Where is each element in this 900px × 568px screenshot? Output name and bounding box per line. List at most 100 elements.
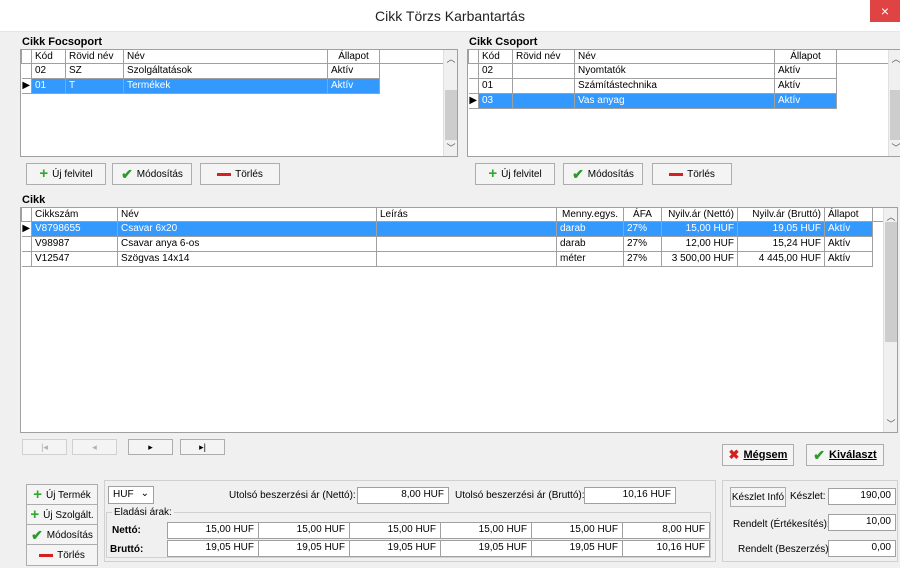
focsoport-new-button[interactable]: + Új felvitel xyxy=(26,163,106,185)
cell-allapot: Aktív xyxy=(327,78,380,94)
table-row[interactable]: 02 SZ Szolgáltatások Aktív xyxy=(21,63,446,79)
cell-leiras xyxy=(376,236,557,252)
table-row[interactable]: 02 Nyomtatók Aktív xyxy=(468,63,891,79)
cell-leiras xyxy=(376,221,557,237)
scroll-down-icon[interactable]: ﹀ xyxy=(884,417,897,430)
scroll-down-icon[interactable]: ﹀ xyxy=(444,141,457,154)
cell-egys: méter xyxy=(556,251,624,267)
currency-select[interactable]: HUF ⌄ xyxy=(108,486,154,504)
cancel-button[interactable]: ✖ Mégsem xyxy=(722,444,794,466)
col-nev[interactable]: Név xyxy=(574,50,775,64)
chevron-down-icon: ⌄ xyxy=(140,488,149,499)
table-row[interactable]: V12547 Szögvas 14x14 méter 27% 3 500,00 … xyxy=(21,251,884,267)
cell-nev: Számítástechnika xyxy=(574,78,775,94)
net-price-field[interactable]: 15,00 HUF xyxy=(349,522,441,539)
col-allapot[interactable]: Állapot xyxy=(327,50,380,64)
last-gross-field[interactable]: 10,16 HUF xyxy=(584,487,676,504)
gross-label: Bruttó: xyxy=(110,544,144,555)
edit-product-button[interactable]: ✔ Módosítás xyxy=(26,524,98,546)
cell-brutto: 4 445,00 HUF xyxy=(737,251,825,267)
stock-info-button[interactable]: Készlet Infó xyxy=(730,487,786,507)
cell-kod: 01 xyxy=(31,78,66,94)
col-brutto[interactable]: Nyilv.ár (Bruttó) xyxy=(737,208,825,222)
col-allapot[interactable]: Állapot xyxy=(774,50,837,64)
focsoport-delete-button[interactable]: Törlés xyxy=(200,163,280,185)
focsoport-edit-button[interactable]: ✔ Módosítás xyxy=(112,163,192,185)
col-allapot[interactable]: Állapot xyxy=(824,208,873,222)
ordered-sales-field[interactable]: 10,00 xyxy=(828,514,896,531)
scroll-down-icon[interactable]: ﹀ xyxy=(889,141,900,154)
stock-label: Készlet: xyxy=(790,491,826,502)
new-product-button[interactable]: + Új Termék xyxy=(26,484,98,506)
col-kod[interactable]: Kód xyxy=(31,50,66,64)
col-leiras[interactable]: Leírás xyxy=(376,208,557,222)
new-service-button[interactable]: + Új Szolgált. xyxy=(26,504,98,526)
gross-price-field[interactable]: 19,05 HUF xyxy=(167,540,259,557)
col-nev[interactable]: Név xyxy=(123,50,328,64)
table-row-selected[interactable]: ▶ 01 T Termékek Aktív xyxy=(21,78,445,94)
vertical-scrollbar[interactable]: ︿ ﹀ xyxy=(443,50,457,156)
col-menny-egys[interactable]: Menny.egys. xyxy=(556,208,624,222)
gross-price-field[interactable]: 19,05 HUF xyxy=(349,540,441,557)
cell-cikkszam: V8798655 xyxy=(31,221,118,237)
table-row[interactable]: 01 Számítástechnika Aktív xyxy=(468,78,891,94)
delete-product-button[interactable]: Törlés xyxy=(26,544,98,566)
cell-brutto: 19,05 HUF xyxy=(737,221,825,237)
col-nev[interactable]: Név xyxy=(117,208,377,222)
net-price-field[interactable]: 8,00 HUF xyxy=(622,522,710,539)
col-afa[interactable]: ÁFA xyxy=(623,208,662,222)
close-button[interactable]: × xyxy=(870,0,900,22)
cell-rovid xyxy=(512,93,575,109)
scroll-up-icon[interactable]: ︿ xyxy=(889,52,900,65)
cell-leiras xyxy=(376,251,557,267)
title-bar: Cikk Törzs Karbantartás × xyxy=(0,0,900,32)
col-rovid-nev[interactable]: Rövid név xyxy=(512,50,575,64)
net-price-field[interactable]: 15,00 HUF xyxy=(258,522,350,539)
table-row-selected[interactable]: ▶ 03 Vas anyag Aktív xyxy=(468,93,890,109)
net-price-field[interactable]: 15,00 HUF xyxy=(531,522,623,539)
col-netto[interactable]: Nyilv.ár (Nettó) xyxy=(661,208,738,222)
stock-field[interactable]: 190,00 xyxy=(828,488,896,505)
net-price-field[interactable]: 15,00 HUF xyxy=(440,522,532,539)
col-kod[interactable]: Kód xyxy=(478,50,513,64)
scroll-thumb[interactable] xyxy=(885,222,897,342)
vertical-scrollbar[interactable]: ︿ ﹀ xyxy=(883,208,897,432)
ordered-purchase-field[interactable]: 0,00 xyxy=(828,540,896,557)
cell-cikkszam: V12547 xyxy=(31,251,118,267)
last-net-label: Utolsó beszerzési ár (Nettó): xyxy=(229,490,356,501)
col-cikkszam[interactable]: Cikkszám xyxy=(31,208,118,222)
nav-last-button[interactable]: ▸| xyxy=(180,439,225,455)
last-net-field[interactable]: 8,00 HUF xyxy=(357,487,449,504)
csoport-grid[interactable]: Kód Rövid név Név Állapot 02 Nyomtatók A… xyxy=(467,49,900,157)
csoport-delete-button[interactable]: Törlés xyxy=(652,163,732,185)
scroll-thumb[interactable] xyxy=(890,90,900,140)
sales-prices-label: Eladási árak: xyxy=(112,507,174,518)
last-gross-label: Utolsó beszerzési ár (Bruttó): xyxy=(455,490,585,501)
gross-price-field[interactable]: 19,05 HUF xyxy=(440,540,532,557)
csoport-new-button[interactable]: + Új felvitel xyxy=(475,163,555,185)
cell-kod: 03 xyxy=(478,93,513,109)
cell-egys: darab xyxy=(556,236,624,252)
nav-prev-button[interactable]: ◂ xyxy=(72,439,117,455)
csoport-edit-button[interactable]: ✔ Módosítás xyxy=(563,163,643,185)
col-rovid-nev[interactable]: Rövid név xyxy=(65,50,124,64)
cell-allapot: Aktív xyxy=(327,63,380,79)
plus-icon: + xyxy=(33,486,42,503)
gross-price-field[interactable]: 19,05 HUF xyxy=(531,540,623,557)
table-row-selected[interactable]: ▶ V8798655 Csavar 6x20 darab 27% 15,00 H… xyxy=(21,221,883,237)
gross-price-field[interactable]: 10,16 HUF xyxy=(622,540,710,557)
net-price-field[interactable]: 15,00 HUF xyxy=(167,522,259,539)
gross-price-field[interactable]: 19,05 HUF xyxy=(258,540,350,557)
nav-next-button[interactable]: ▸ xyxy=(128,439,173,455)
vertical-scrollbar[interactable]: ︿ ﹀ xyxy=(888,50,900,156)
cell-nev: Nyomtatók xyxy=(574,63,775,79)
table-row[interactable]: V98987 Csavar anya 6-os darab 27% 12,00 … xyxy=(21,236,884,252)
cell-kod: 02 xyxy=(478,63,513,79)
select-button[interactable]: ✔ Kiválaszt xyxy=(806,444,884,466)
plus-icon: + xyxy=(30,506,40,523)
scroll-thumb[interactable] xyxy=(445,90,457,140)
nav-first-button[interactable]: |◂ xyxy=(22,439,67,455)
scroll-up-icon[interactable]: ︿ xyxy=(444,52,457,65)
focsoport-grid[interactable]: Kód Rövid név Név Állapot 02 SZ Szolgált… xyxy=(20,49,458,157)
cikk-grid[interactable]: Cikkszám Név Leírás Menny.egys. ÁFA Nyil… xyxy=(20,207,898,433)
